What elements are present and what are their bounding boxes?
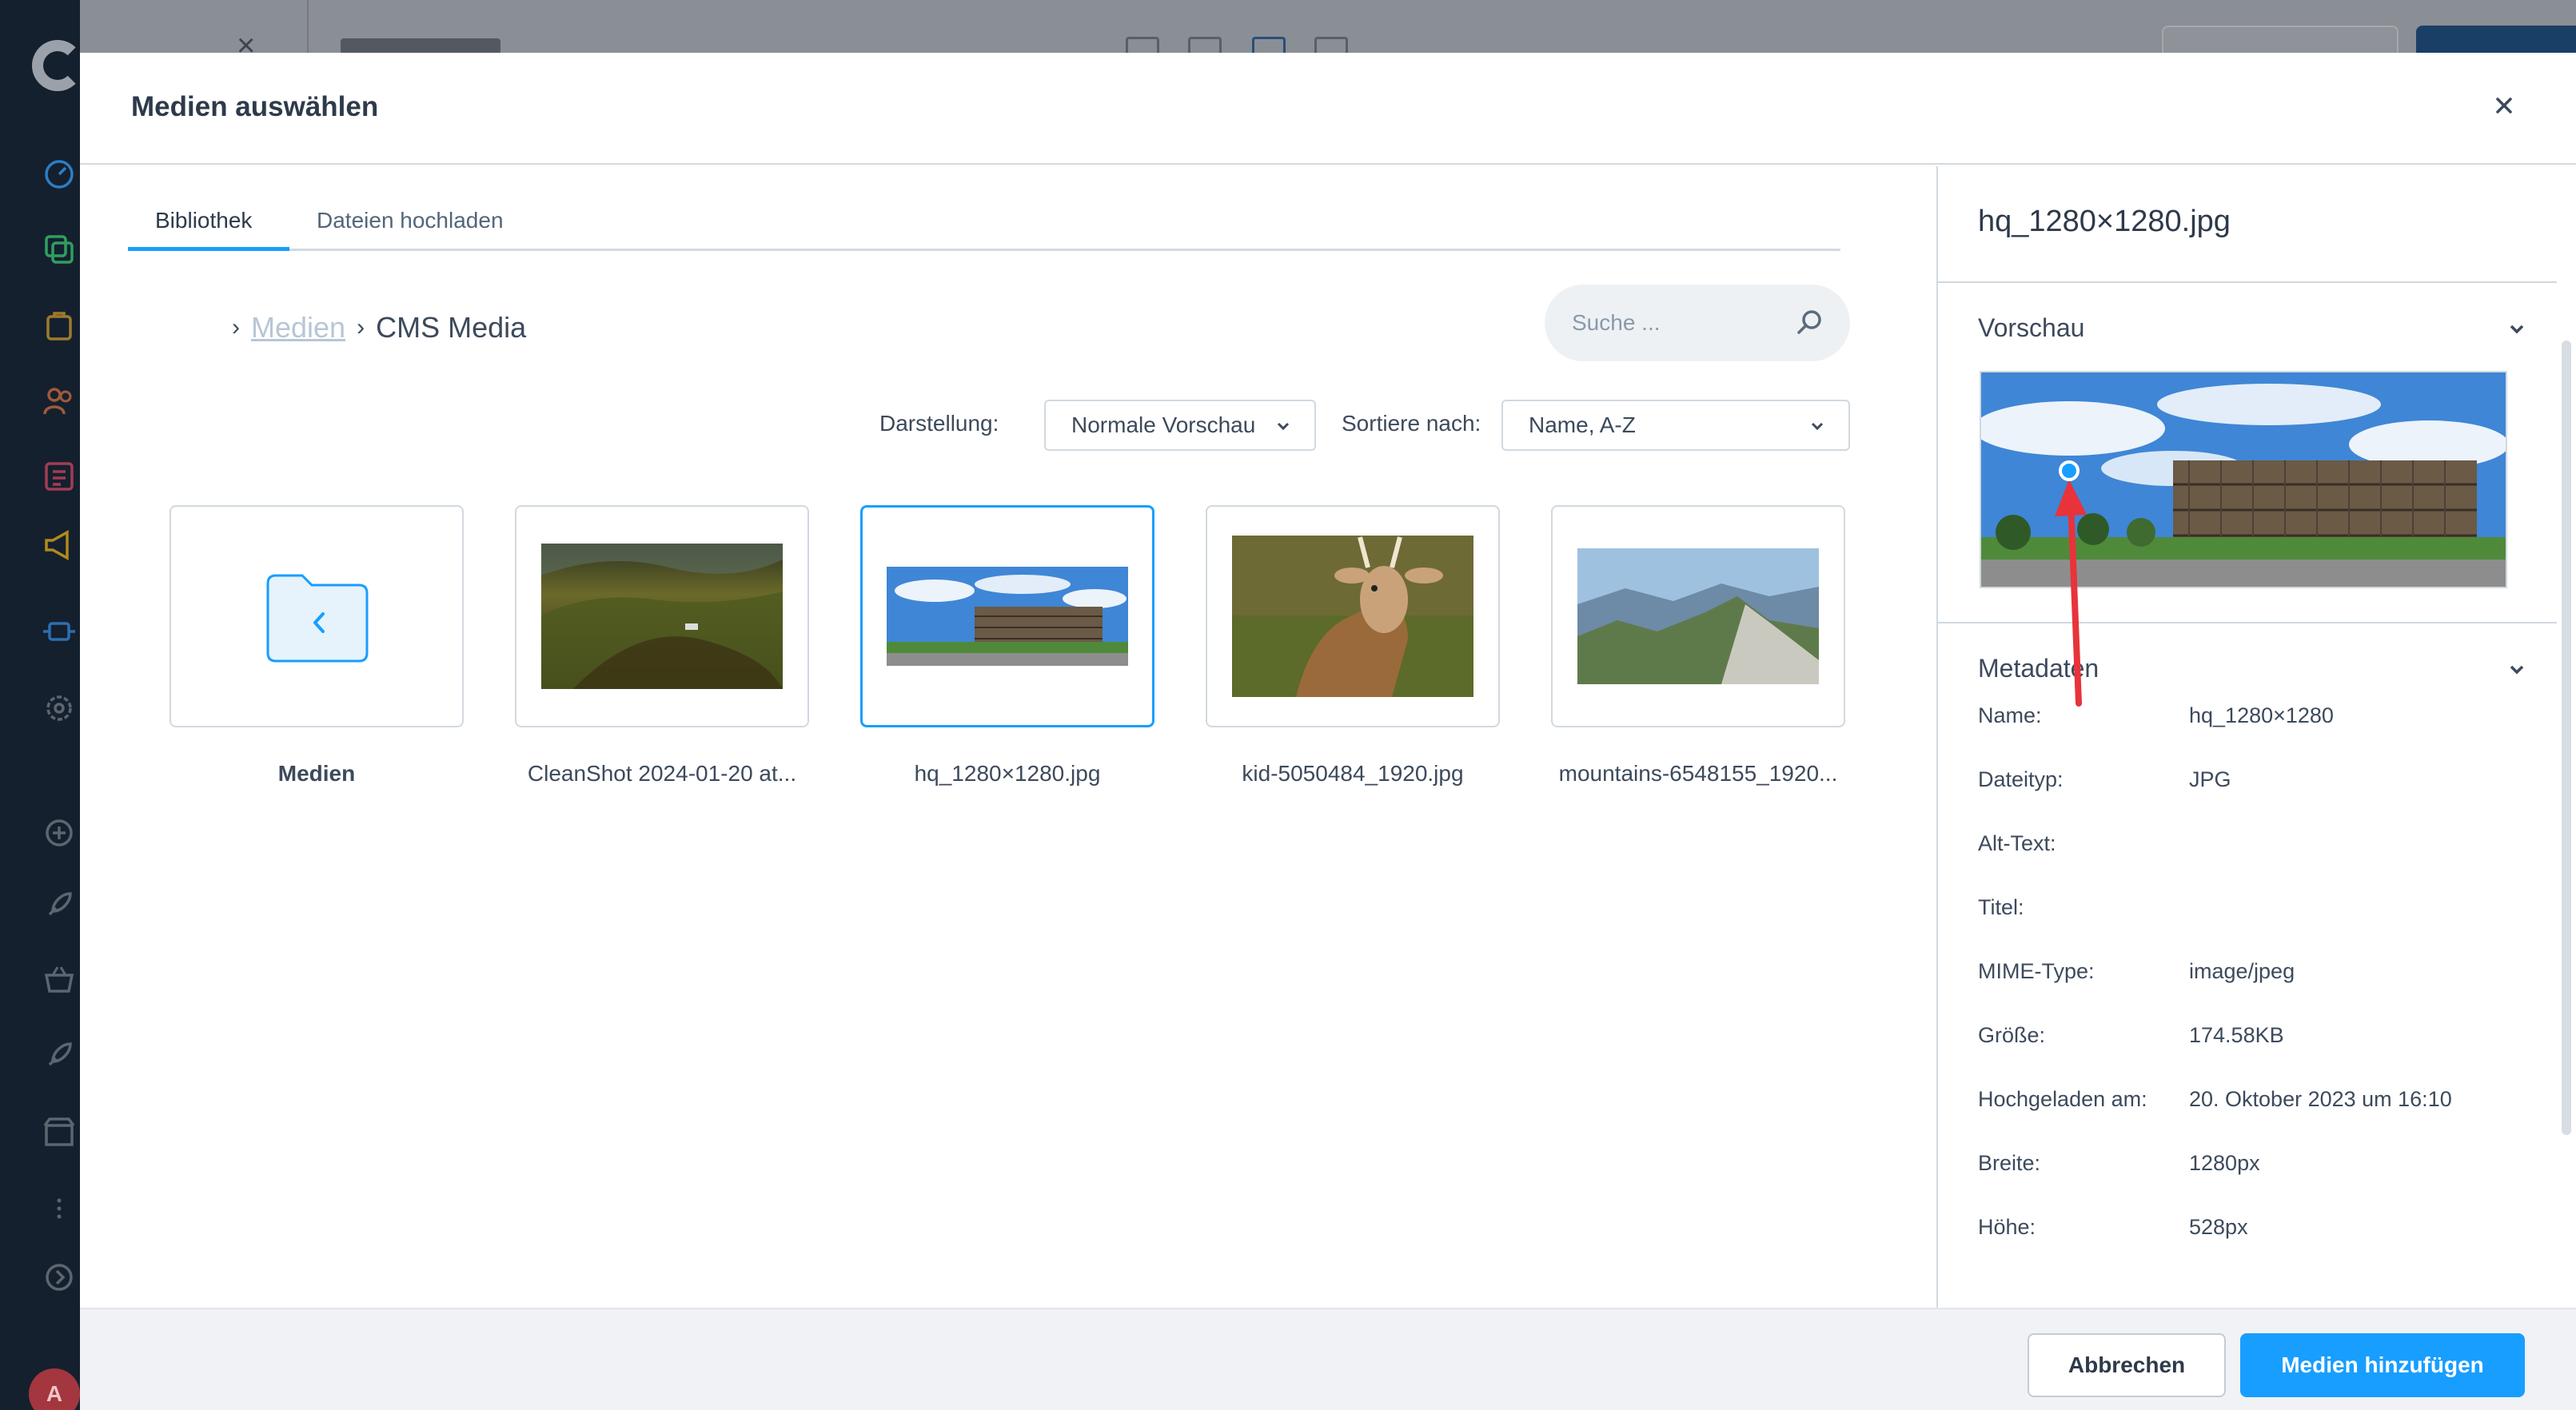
customers-icon[interactable] <box>42 384 77 419</box>
tile-name: mountains-6548155_1920... <box>1558 761 1838 786</box>
store-icon[interactable] <box>42 1114 77 1149</box>
metadata-value: 20. Oktober 2023 um 16:10 <box>2189 1087 2452 1111</box>
breadcrumb-link-media[interactable]: Medien <box>251 311 345 345</box>
tab-bar: Bibliothek Dateien hochladen <box>128 198 1840 251</box>
chevron-right-icon: › <box>357 314 365 341</box>
search-icon[interactable] <box>1794 307 1826 339</box>
metadata-key: Größe: <box>1978 1023 2046 1047</box>
media-tile-selected[interactable]: hq_1280×1280.jpg <box>860 505 1154 787</box>
sort-select[interactable]: Name, A-Z <box>1501 400 1850 451</box>
breadcrumb-current: CMS Media <box>376 311 527 344</box>
chevron-down-icon <box>1811 422 1824 431</box>
basket-icon[interactable] <box>42 962 77 998</box>
metadata-key: Alt-Text: <box>1978 831 2056 855</box>
tile-box[interactable] <box>515 505 809 727</box>
mountains-thumbnail <box>1577 548 1819 684</box>
chevron-down-icon <box>1277 422 1290 431</box>
display-select[interactable]: Normale Vorschau <box>1044 400 1316 451</box>
search-input[interactable] <box>1572 304 1796 342</box>
goat-thumbnail <box>1232 536 1473 697</box>
tab-upload[interactable]: Dateien hochladen <box>289 198 531 251</box>
tile-name: kid-5050484_1920.jpg <box>1242 761 1464 786</box>
add-media-button[interactable]: Medien hinzufügen <box>2240 1333 2525 1397</box>
page-title <box>341 38 500 54</box>
metadata-key: Breite: <box>1978 1151 2041 1175</box>
file-title: hq_1280×1280.jpg <box>1978 205 2231 238</box>
modal-title: Medien auswählen <box>131 91 379 122</box>
media-tile[interactable]: mountains-6548155_1920... <box>1551 505 1845 787</box>
metadata-key: Hochgeladen am: <box>1978 1087 2147 1111</box>
extensions-icon[interactable] <box>42 614 77 649</box>
metadata-value: hq_1280×1280 <box>2189 703 2334 727</box>
metadata-value: image/jpeg <box>2189 959 2295 983</box>
catalogue-icon[interactable] <box>42 232 77 267</box>
app-topbar: × <box>80 0 2576 62</box>
building-thumbnail <box>887 567 1128 666</box>
marketing-icon[interactable] <box>42 528 77 563</box>
close-icon[interactable] <box>2488 90 2520 121</box>
metadata-value: JPG <box>2189 767 2231 791</box>
folder-back-icon <box>265 572 369 663</box>
sort-label: Sortiere nach: <box>1342 411 1481 436</box>
cancel-button[interactable]: Abbrechen <box>2028 1333 2226 1397</box>
modal-footer: Abbrechen Medien hinzufügen <box>80 1308 2576 1410</box>
avatar[interactable]: A <box>29 1368 80 1410</box>
tile-box[interactable] <box>169 505 464 727</box>
media-sidebar: hq_1280×1280.jpg Vorschau Metadaten Name… <box>1936 166 2576 1308</box>
metadata-value: 174.58KB <box>2189 1023 2284 1047</box>
more-icon[interactable] <box>42 1191 77 1226</box>
metadata-value: 528px <box>2189 1215 2248 1239</box>
breadcrumb: › Medien › CMS Media <box>232 305 526 350</box>
settings-icon[interactable] <box>42 691 77 726</box>
media-modal: Medien auswählen Bibliothek Dateien hoch… <box>80 53 2576 1410</box>
metadata-key: Titel: <box>1978 895 2024 919</box>
scrollbar[interactable] <box>2562 341 2571 1135</box>
tile-box[interactable] <box>1551 505 1845 727</box>
annotation-arrow <box>2055 460 2087 707</box>
display-label: Darstellung: <box>879 411 999 436</box>
media-grid: Medien CleanShot 2024-01-20 at... hq_128… <box>169 505 1853 809</box>
chevron-down-icon[interactable] <box>2506 318 2528 341</box>
orders-icon[interactable] <box>42 309 77 344</box>
metadata-key: MIME-Type: <box>1978 959 2095 983</box>
tab-library[interactable]: Bibliothek <box>128 198 289 251</box>
content-icon[interactable] <box>42 459 77 494</box>
dashboard-icon[interactable] <box>42 157 77 192</box>
collapse-icon[interactable] <box>42 1260 77 1295</box>
chevron-down-icon[interactable] <box>2506 659 2528 681</box>
tile-box[interactable] <box>860 505 1154 727</box>
tile-name: Medien <box>277 761 356 786</box>
display-select-value: Normale Vorschau <box>1071 412 1256 437</box>
metadata-key: Höhe: <box>1978 1215 2036 1239</box>
add-icon[interactable] <box>42 815 77 850</box>
rocket-icon[interactable] <box>42 887 77 922</box>
landscape-thumbnail <box>541 544 783 689</box>
sort-select-value: Name, A-Z <box>1529 412 1636 437</box>
search-field[interactable] <box>1545 285 1850 361</box>
media-tile[interactable]: kid-5050484_1920.jpg <box>1206 505 1500 787</box>
rocket-icon[interactable] <box>42 1038 77 1073</box>
tile-name: hq_1280×1280.jpg <box>914 761 1101 786</box>
chevron-right-icon: › <box>232 314 240 341</box>
divider <box>307 0 309 53</box>
modal-header: Medien auswählen <box>80 53 2576 165</box>
media-folder-tile[interactable]: Medien <box>169 505 464 787</box>
metadata-value: 1280px <box>2189 1151 2260 1175</box>
shopware-logo[interactable] <box>32 40 83 91</box>
media-tile[interactable]: CleanShot 2024-01-20 at... <box>515 505 809 787</box>
tile-box[interactable] <box>1206 505 1500 727</box>
app-sidebar: A <box>0 0 83 1410</box>
media-library: Bibliothek Dateien hochladen › Medien › … <box>80 166 1936 1308</box>
divider <box>1938 281 2557 283</box>
metadata-key: Dateityp: <box>1978 767 2064 791</box>
preview-heading[interactable]: Vorschau <box>1978 313 2084 343</box>
tile-name: CleanShot 2024-01-20 at... <box>527 761 797 786</box>
